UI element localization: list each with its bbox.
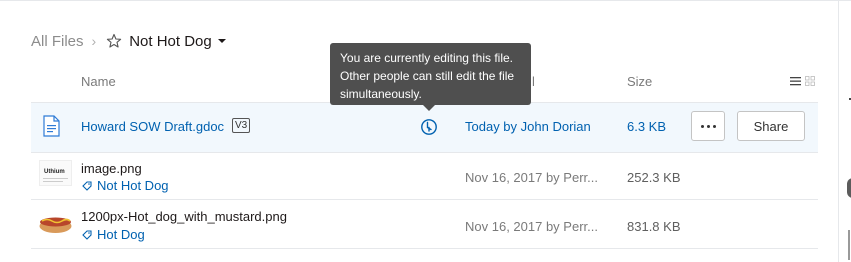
breadcrumb-separator: › xyxy=(91,33,97,49)
list-view-icon[interactable] xyxy=(790,76,801,86)
chevron-down-icon[interactable] xyxy=(217,39,226,43)
tag-icon xyxy=(82,180,92,191)
file-size: 6.3 KB xyxy=(627,119,667,134)
right-panel-avatar-fragment xyxy=(847,178,851,198)
tag-icon xyxy=(82,229,92,240)
file-size: 252.3 KB xyxy=(627,170,681,185)
modified-link[interactable]: Today by John Dorian xyxy=(465,119,591,134)
file-name[interactable]: 1200px-Hot_dog_with_mustard.png xyxy=(81,209,287,224)
thumbnail-text: Uthium xyxy=(44,169,65,175)
right-panel-divider xyxy=(848,230,850,260)
top-divider xyxy=(0,0,851,1)
file-name-link[interactable]: Howard SOW Draft.gdoc xyxy=(81,119,224,134)
modified-text: Nov 16, 2017 by Perr... xyxy=(465,170,598,185)
column-header-size[interactable]: Size xyxy=(627,74,652,89)
image-thumbnail: Uthium xyxy=(39,160,72,186)
file-name[interactable]: image.png xyxy=(81,161,142,176)
right-panel-edge xyxy=(838,0,851,262)
breadcrumb: All Files › Not Hot Dog xyxy=(31,31,226,51)
share-button[interactable]: Share xyxy=(737,111,805,141)
column-header-modified-fragment[interactable]: l xyxy=(532,74,535,89)
editing-indicator-icon[interactable] xyxy=(420,118,438,136)
file-tag-label: Not Hot Dog xyxy=(97,178,169,193)
modified-text: Nov 16, 2017 by Perr... xyxy=(465,219,598,234)
file-tag[interactable]: Not Hot Dog xyxy=(82,178,169,193)
hot-dog-thumbnail xyxy=(39,210,72,236)
column-header-name[interactable]: Name xyxy=(81,74,116,89)
grid-view-icon[interactable] xyxy=(805,76,815,86)
more-options-button[interactable] xyxy=(691,111,725,141)
breadcrumb-current-folder[interactable]: Not Hot Dog xyxy=(129,33,212,50)
breadcrumb-all-files[interactable]: All Files xyxy=(31,33,84,50)
google-doc-icon xyxy=(43,115,60,137)
star-icon[interactable] xyxy=(106,33,122,49)
file-size: 831.8 KB xyxy=(627,219,681,234)
ellipsis-icon xyxy=(700,124,704,128)
file-row[interactable] xyxy=(31,200,818,249)
tooltip-arrow xyxy=(423,105,435,111)
editing-tooltip: You are currently editing this file. Oth… xyxy=(330,43,531,105)
file-tag[interactable]: Hot Dog xyxy=(82,227,145,242)
file-tag-label: Hot Dog xyxy=(97,227,145,242)
version-badge: V3 xyxy=(232,118,251,133)
